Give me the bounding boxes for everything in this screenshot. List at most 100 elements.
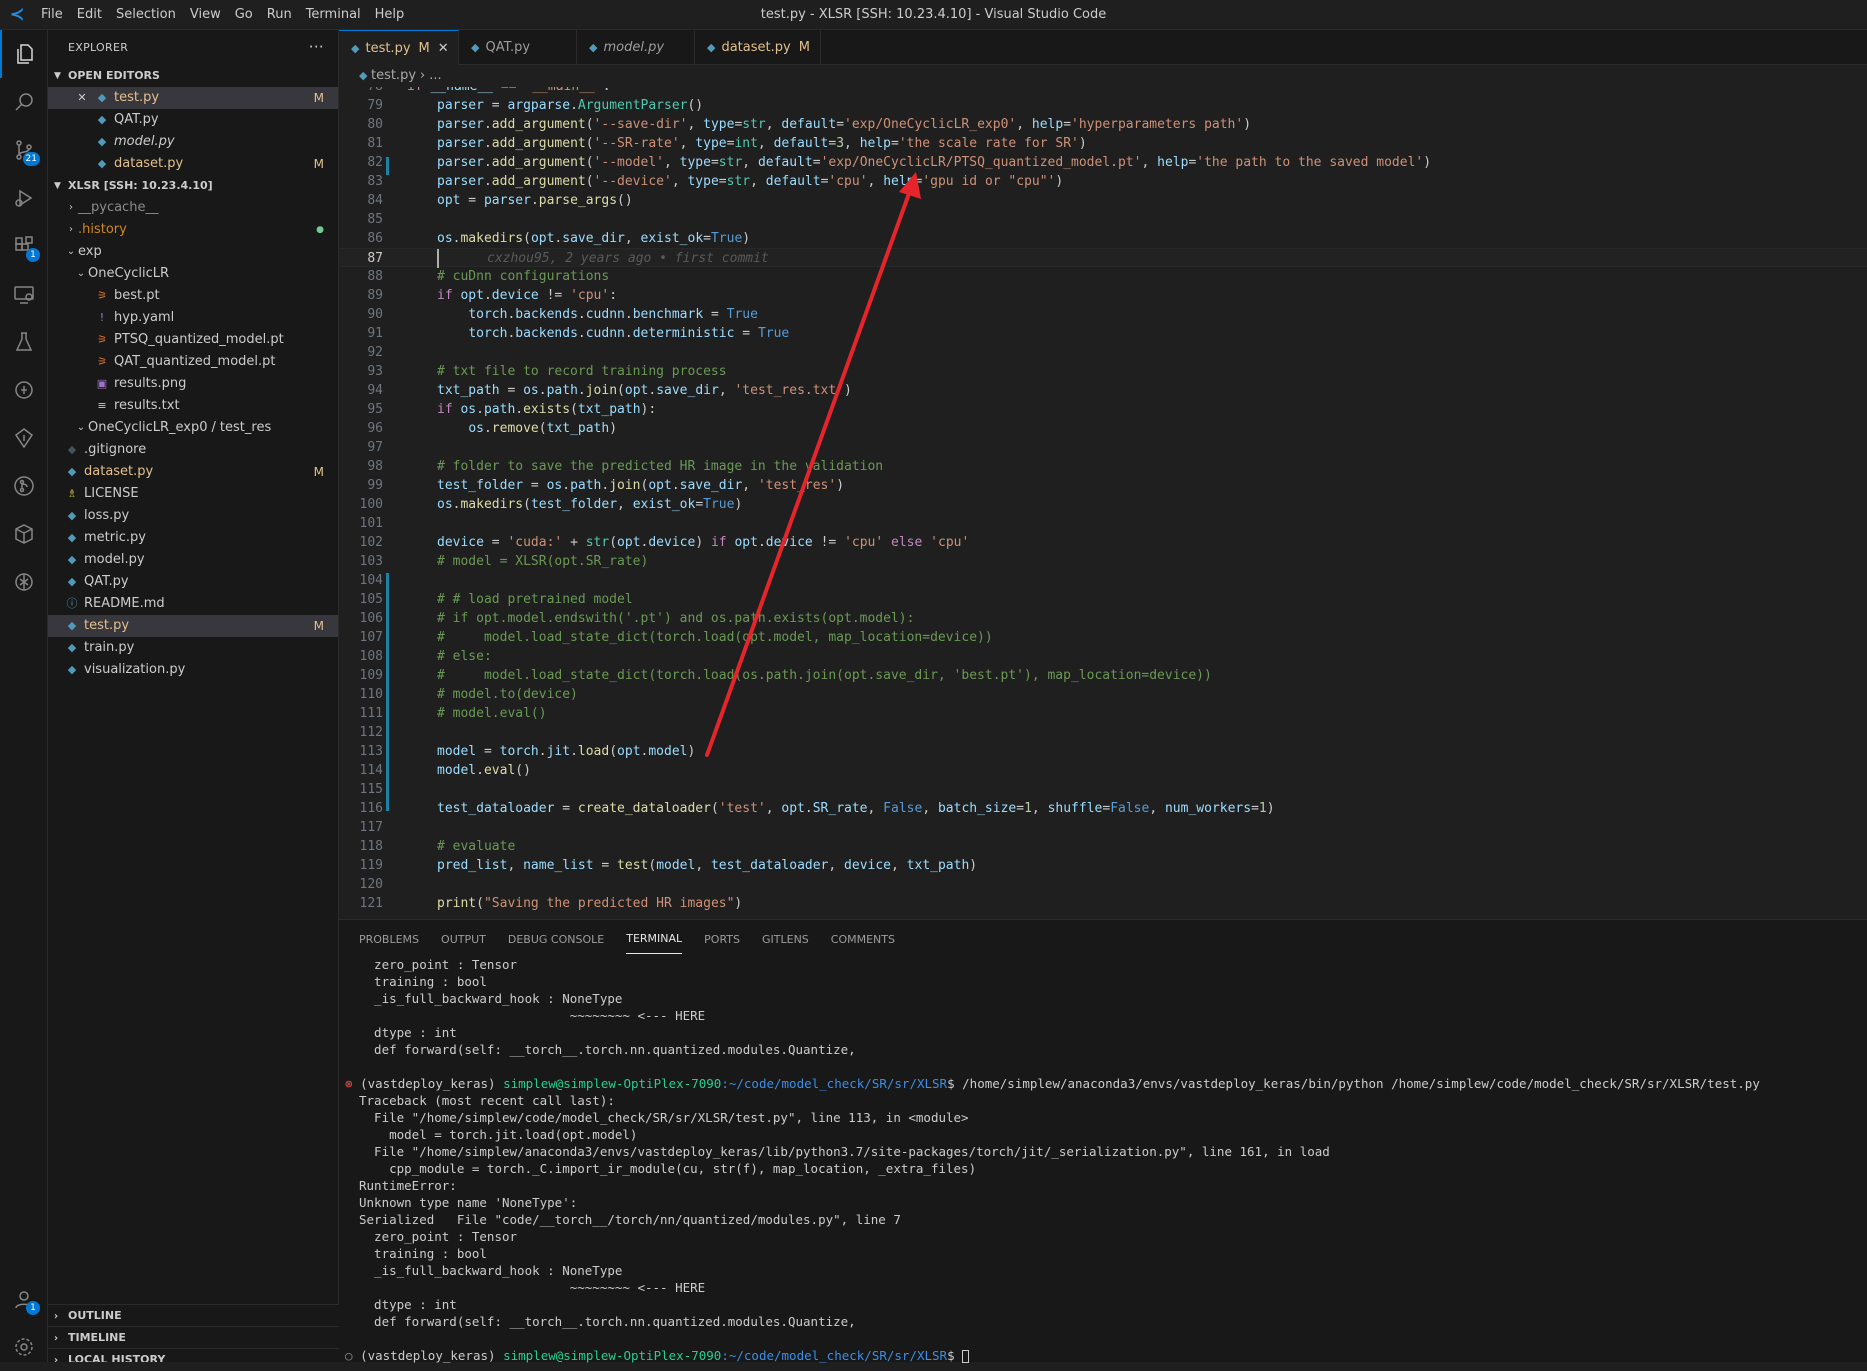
tree-file[interactable]: ♗ LICENSE bbox=[48, 483, 338, 505]
open-editor-item[interactable]: ✕ ◆ test.py M bbox=[48, 87, 338, 109]
line-number: 80 bbox=[367, 117, 383, 132]
menu-help[interactable]: Help bbox=[368, 0, 412, 30]
tree-file[interactable]: ▣ results.png bbox=[48, 373, 338, 395]
line-number: 104 bbox=[359, 573, 383, 588]
path-separator: / bbox=[211, 420, 216, 435]
menu-file[interactable]: File bbox=[34, 0, 70, 30]
menu-edit[interactable]: Edit bbox=[70, 0, 109, 30]
tree-folder[interactable]: ⌄ OneCyclicLR bbox=[48, 263, 338, 285]
terminal-output[interactable]: zero_point : Tensor training : bool _is_… bbox=[345, 956, 1859, 1364]
tree-file[interactable]: ⚞ best.pt bbox=[48, 285, 338, 307]
tab-model-py[interactable]: ◆ model.py bbox=[577, 30, 695, 65]
tree-file[interactable]: ◆ train.py bbox=[48, 637, 338, 659]
tree-file[interactable]: ≡ results.txt bbox=[48, 395, 338, 417]
extensions-icon[interactable]: 1 bbox=[0, 222, 48, 270]
tree-file[interactable]: ! hyp.yaml bbox=[48, 307, 338, 329]
tree-file[interactable]: ◆ metric.py bbox=[48, 527, 338, 549]
git-graph-icon[interactable] bbox=[0, 462, 48, 510]
modified-badge: M bbox=[313, 465, 324, 479]
tab-output[interactable]: OUTPUT bbox=[441, 923, 486, 954]
line-number: 121 bbox=[359, 896, 383, 911]
tree-file[interactable]: ◆ model.py bbox=[48, 549, 338, 571]
terminal-line: _is_full_backward_hook : NoneType bbox=[359, 1263, 623, 1278]
settings-gear-icon[interactable] bbox=[0, 1323, 48, 1371]
line-number: 87 bbox=[367, 251, 383, 266]
tab-dataset-py[interactable]: ◆ dataset.py M bbox=[695, 30, 821, 65]
tab-ports[interactable]: PORTS bbox=[704, 923, 740, 954]
outline-section[interactable]: › OUTLINE bbox=[48, 1304, 339, 1326]
line-number: 94 bbox=[367, 383, 383, 398]
tab-comments[interactable]: COMMENTS bbox=[831, 923, 895, 954]
timeline-section[interactable]: › TIMELINE bbox=[48, 1326, 339, 1348]
open-editor-item[interactable]: ◆ model.py bbox=[48, 131, 338, 153]
tree-file[interactable]: ◆ visualization.py bbox=[48, 659, 338, 681]
gitlens-icon[interactable] bbox=[0, 414, 48, 462]
open-editor-item[interactable]: ◆ QAT.py bbox=[48, 109, 338, 131]
tree-file[interactable]: ⚞ QAT_quantized_model.pt bbox=[48, 351, 338, 373]
breadcrumb-file[interactable]: test.py bbox=[371, 68, 416, 83]
terminal-line: def forward(self: __torch__.torch.nn.qua… bbox=[359, 1314, 856, 1329]
terminal-line: zero_point : Tensor bbox=[359, 1229, 518, 1244]
menu-view[interactable]: View bbox=[183, 0, 228, 30]
code-line: 80 parser.add_argument('--save-dir', type… bbox=[339, 115, 1867, 134]
close-icon[interactable]: ✕ bbox=[438, 41, 449, 56]
tree-folder[interactable]: › __pycache__ bbox=[48, 197, 338, 219]
cube-icon[interactable] bbox=[0, 510, 48, 558]
source-control-icon[interactable]: 21 bbox=[0, 126, 48, 174]
code-line: 82 parser.add_argument('--model', type=st… bbox=[339, 153, 1867, 172]
tree-file[interactable]: ◆ QAT.py bbox=[48, 571, 338, 593]
tree-file[interactable]: ⓘ README.md bbox=[48, 593, 338, 615]
tree-file[interactable]: ◆ .gitignore bbox=[48, 439, 338, 461]
python-file-icon: ◆ bbox=[589, 41, 598, 54]
open-editors-section[interactable]: ▼ OPEN EDITORS bbox=[48, 65, 338, 87]
accounts-icon[interactable]: 1 bbox=[0, 1275, 48, 1323]
tab-problems[interactable]: PROBLEMS bbox=[359, 923, 419, 954]
menu-selection[interactable]: Selection bbox=[109, 0, 183, 30]
explorer-icon[interactable] bbox=[0, 30, 48, 78]
tree-label: QAT_quantized_model.pt bbox=[114, 354, 276, 369]
docker-icon[interactable] bbox=[0, 366, 48, 414]
line-number: 86 bbox=[367, 231, 383, 246]
more-actions-icon[interactable]: ··· bbox=[309, 30, 324, 65]
breadcrumb-symbol[interactable]: ... bbox=[429, 68, 441, 83]
tab-gitlens[interactable]: GITLENS bbox=[762, 923, 809, 954]
code-line: 81 parser.add_argument('--SR-rate', type=… bbox=[339, 134, 1867, 153]
tree-folder[interactable]: ⌄ exp bbox=[48, 241, 338, 263]
tab-debug-console[interactable]: DEBUG CONSOLE bbox=[508, 923, 604, 954]
close-icon[interactable]: ✕ bbox=[74, 87, 90, 109]
code-line: 108 # else: bbox=[339, 647, 1867, 666]
tree-label: exp bbox=[78, 244, 102, 259]
open-editor-item[interactable]: ◆ dataset.py M bbox=[48, 153, 338, 175]
tree-file[interactable]: ◆ test.py M bbox=[48, 615, 338, 637]
menu-run[interactable]: Run bbox=[260, 0, 299, 30]
binary-file-icon: ⚞ bbox=[97, 289, 107, 302]
code-line: 106 # if opt.model.endswith('.pt') and os… bbox=[339, 609, 1867, 628]
workspace-section[interactable]: ▼ XLSR [SSH: 10.23.4.10] bbox=[48, 175, 338, 197]
run-debug-icon[interactable] bbox=[0, 174, 48, 222]
code-line: 78if __name__ == '__main__': bbox=[339, 87, 1867, 96]
local-history-section[interactable]: › LOCAL HISTORY bbox=[48, 1348, 339, 1362]
ai-assistant-icon[interactable] bbox=[0, 558, 48, 606]
tab-qat-py[interactable]: ◆ QAT.py bbox=[459, 30, 577, 65]
search-icon[interactable] bbox=[0, 78, 48, 126]
tab-terminal[interactable]: TERMINAL bbox=[626, 922, 683, 954]
tree-file[interactable]: ◆ loss.py bbox=[48, 505, 338, 527]
tree-file[interactable]: ◆ dataset.py M bbox=[48, 461, 338, 483]
code-editor[interactable]: 78if __name__ == '__main__': 79parser = … bbox=[339, 87, 1867, 919]
menu-terminal[interactable]: Terminal bbox=[299, 0, 368, 30]
tree-folder[interactable]: › .history ● bbox=[48, 219, 338, 241]
code-line: 84 opt = parser.parse_args() bbox=[339, 191, 1867, 210]
line-number: 105 bbox=[359, 592, 383, 607]
tab-test-py[interactable]: ◆ test.py M ✕ bbox=[339, 30, 459, 65]
testing-icon[interactable] bbox=[0, 318, 48, 366]
remote-explorer-icon[interactable] bbox=[0, 270, 48, 318]
line-number: 90 bbox=[367, 307, 383, 322]
tree-folder[interactable]: ⌄ OneCyclicLR_exp0/test_res bbox=[48, 417, 338, 439]
tree-file[interactable]: ⚞ PTSQ_quantized_model.pt bbox=[48, 329, 338, 351]
line-number: 98 bbox=[367, 459, 383, 474]
menu-go[interactable]: Go bbox=[228, 0, 260, 30]
binary-file-icon: ⚞ bbox=[97, 355, 107, 368]
git-blame-annotation[interactable]: cxzhou95, 2 years ago • first commit bbox=[487, 251, 769, 266]
code-line: 104 bbox=[339, 571, 1867, 590]
